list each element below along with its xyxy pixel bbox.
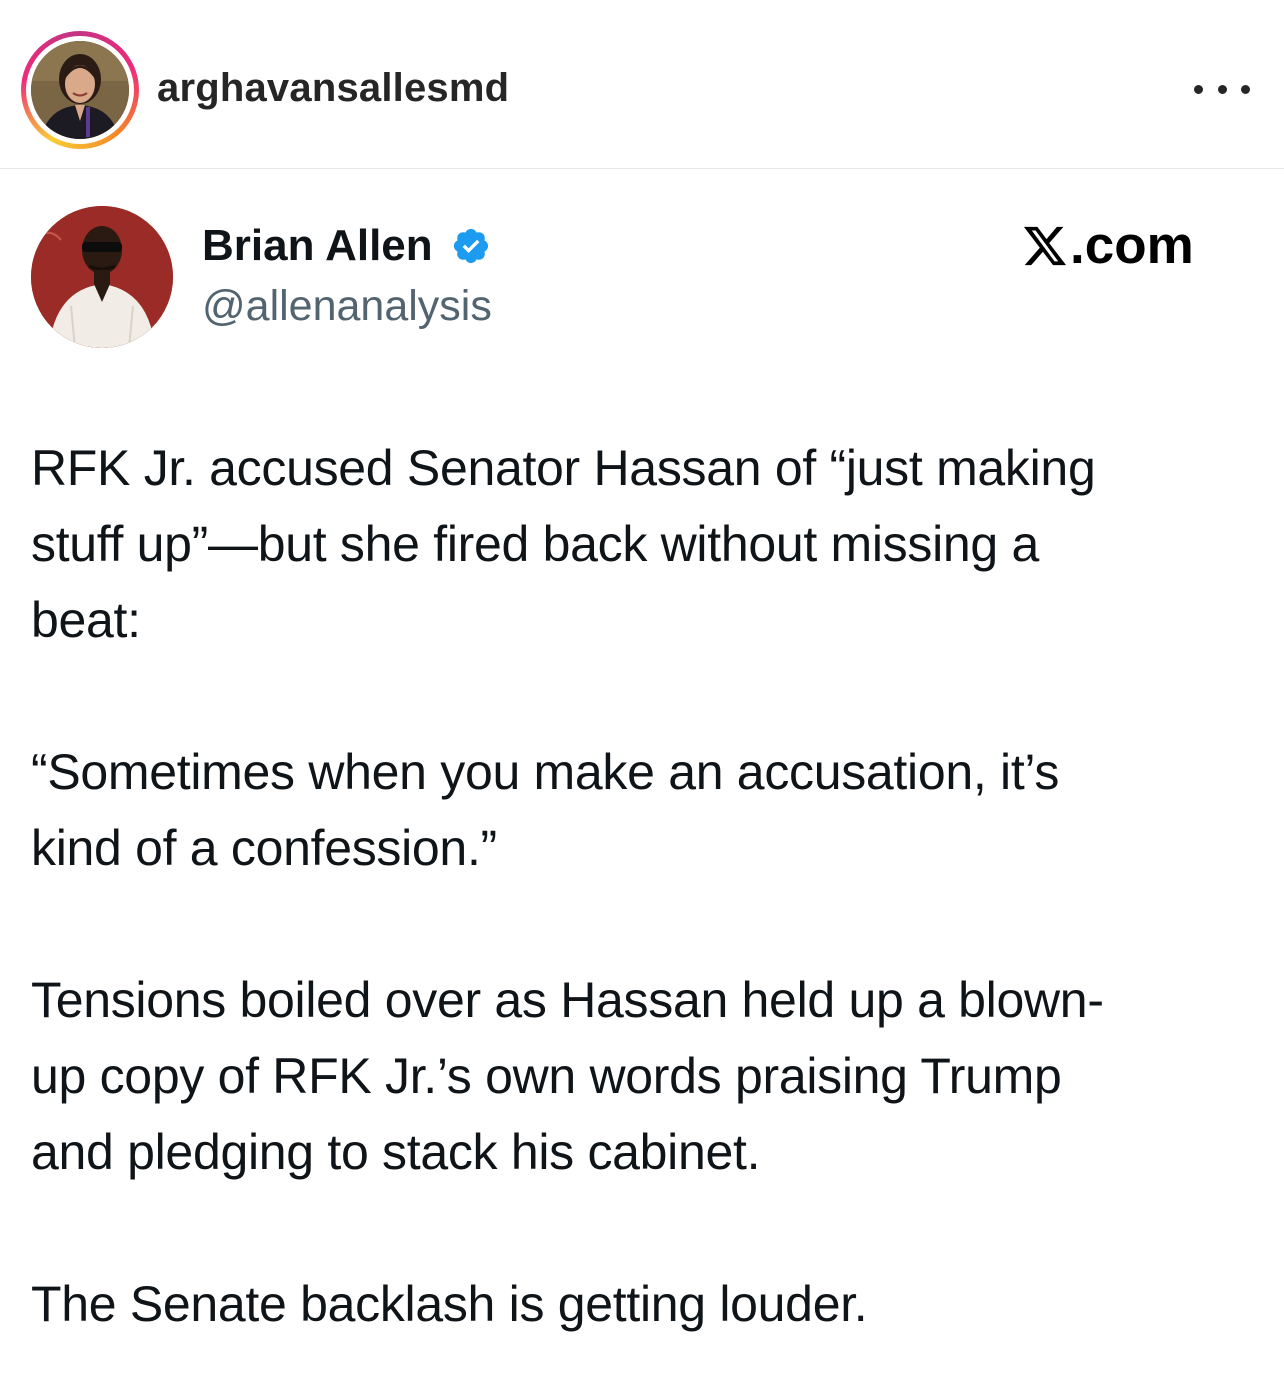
- tweet-author-name-row: Brian Allen: [202, 220, 491, 272]
- tweet-body: RFK Jr. accused Senator Hassan of “just …: [31, 430, 1241, 1342]
- tweet-paragraph: Tensions boiled over as Hassan held up a…: [31, 972, 1104, 1180]
- tweet-author-avatar-image: [31, 206, 173, 348]
- post-header: arghavansallesmd: [0, 0, 1284, 169]
- source-label: .com: [1022, 216, 1194, 276]
- poster-avatar[interactable]: [31, 41, 129, 139]
- tweet-author-handle: @allenanalysis: [202, 282, 492, 330]
- tweet-paragraph: “Sometimes when you make an accusation, …: [31, 744, 1060, 876]
- more-horizontal-icon-dot: [1241, 84, 1250, 94]
- story-ring[interactable]: [21, 31, 139, 149]
- verified-badge-icon: [453, 228, 488, 264]
- x-logo-icon: [1023, 226, 1067, 266]
- poster-username[interactable]: arghavansallesmd: [157, 64, 509, 112]
- more-horizontal-icon-dot: [1217, 84, 1227, 94]
- tweet-author-avatar: [31, 206, 173, 348]
- tweet-paragraph: RFK Jr. accused Senator Hassan of “just …: [31, 440, 1096, 648]
- more-horizontal-icon: [1194, 84, 1203, 94]
- tweet-paragraph: The Senate backlash is getting louder.: [31, 1276, 868, 1332]
- source-domain-text: .com: [1070, 216, 1194, 275]
- tweet-author-name: Brian Allen: [202, 221, 433, 270]
- poster-avatar-image: [31, 41, 129, 139]
- more-options-button[interactable]: [1194, 74, 1250, 104]
